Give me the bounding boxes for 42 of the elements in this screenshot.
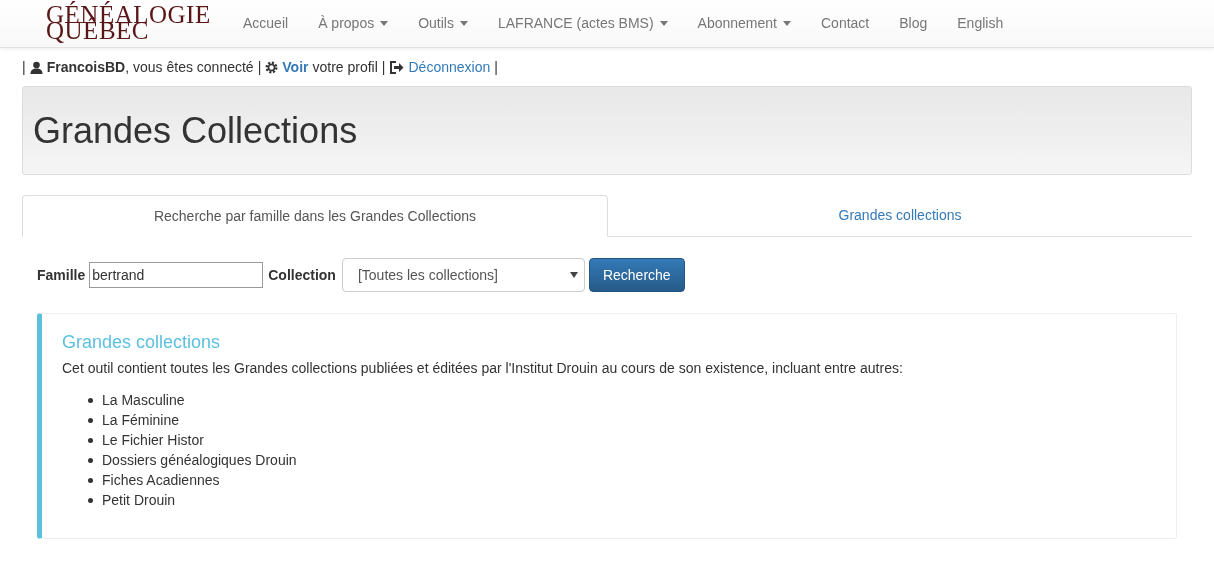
collection-select[interactable]: [Toutes les collections]: [341, 258, 585, 292]
field-label: Famille: [37, 265, 86, 285]
bullet-icon: [88, 477, 93, 483]
gear-icon: [265, 60, 279, 74]
bullet-icon: [88, 457, 93, 463]
field-label: Collection: [268, 265, 336, 285]
separator: |: [494, 57, 498, 77]
separator: |: [22, 57, 26, 77]
nav-link[interactable]: À propos: [303, 13, 404, 34]
list-item: La Masculine: [102, 391, 185, 410]
list-item: Dossiers généalogiques Drouin: [102, 451, 297, 470]
bullet-icon: [88, 437, 93, 443]
page-title: Grandes Collections: [33, 108, 358, 153]
info-title: Grandes collections: [62, 332, 222, 352]
separator: |: [257, 57, 262, 77]
logout-icon: [389, 60, 405, 74]
nav-link[interactable]: Blog: [884, 13, 943, 34]
nav-link[interactable]: LAFRANCE (actes BMS): [483, 13, 683, 34]
separator: |: [381, 57, 386, 77]
list-item: Petit Drouin: [102, 491, 176, 510]
nav-link[interactable]: Outils: [403, 13, 483, 34]
info-text: Cet outil contient toutes les Grandes collections publiées et éditées par l'Institut Drouin au cours de son existence, incluant entre autres:: [62, 359, 904, 378]
tab[interactable]: Recherche par famille dans les Grandes Collections: [22, 195, 608, 237]
nav-link[interactable]: English: [942, 13, 1019, 34]
nav-link[interactable]: Accueil: [228, 13, 304, 34]
bullet-icon: [88, 397, 93, 403]
profile-link[interactable]: Voir: [282, 56, 309, 78]
list-item: Fiches Acadiennes: [102, 471, 220, 490]
caret-icon: [569, 272, 578, 278]
profile-text: votre profil: [312, 57, 378, 77]
user-icon: [29, 60, 43, 74]
family-input[interactable]: bertrand: [89, 262, 264, 288]
nav-link[interactable]: Contact: [806, 13, 885, 34]
bullet-icon: [88, 497, 93, 503]
search-button[interactable]: Recherche: [588, 258, 685, 292]
list-item: La Féminine: [102, 411, 180, 430]
nav-link[interactable]: Abonnement: [682, 13, 806, 34]
bullet-icon: [88, 417, 93, 423]
tab[interactable]: Grandes collections: [608, 195, 1192, 236]
user-status: FrancoisBD, vous êtes connecté: [46, 57, 254, 77]
list-item: Le Fichier Histor: [102, 431, 204, 450]
logout-link[interactable]: Déconnexion: [408, 56, 491, 78]
